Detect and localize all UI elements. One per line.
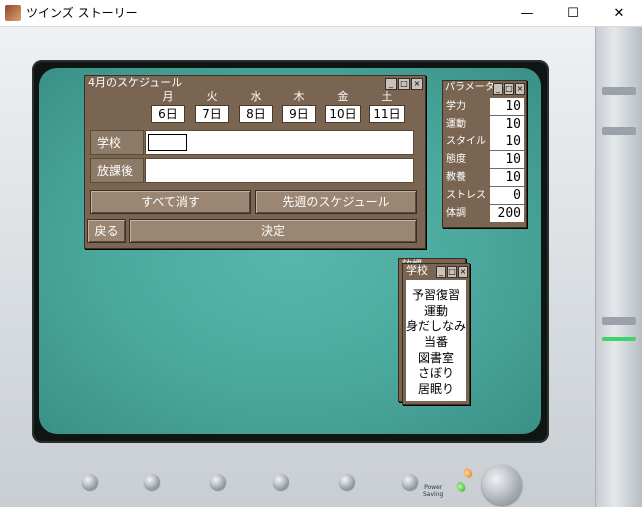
param-value: 10	[490, 169, 524, 186]
day-name: 金	[337, 90, 349, 103]
day-date[interactable]: 11日	[369, 105, 405, 123]
param-value: 200	[490, 205, 524, 222]
param-row: 体調 200	[446, 205, 524, 222]
minimize-icon[interactable]: _	[493, 83, 503, 95]
day-name: 火	[206, 90, 218, 103]
maximize-icon[interactable]: □	[447, 266, 457, 278]
power-button[interactable]	[482, 465, 522, 505]
row-label-after-school: 放課後	[90, 158, 144, 183]
app-titlebar: ツインズ ストーリー — ☐ ✕	[0, 0, 642, 27]
day-name: 木	[293, 90, 305, 103]
param-label: 態度	[446, 154, 466, 165]
menu-item-library[interactable]: 図書室	[405, 351, 467, 366]
param-value: 0	[490, 187, 524, 204]
param-row: 運動 10	[446, 116, 524, 133]
menu-item-duty[interactable]: 当番	[405, 335, 467, 350]
after-school-row-field[interactable]	[145, 158, 414, 183]
power-label-line2: Saving	[423, 491, 444, 498]
day-date[interactable]: 6日	[151, 105, 185, 123]
day-column-fri: 金 10日	[325, 90, 361, 123]
param-label: ストレス	[446, 190, 486, 201]
school-row-field[interactable]	[145, 130, 414, 155]
back-button[interactable]: 戻る	[87, 219, 126, 243]
param-value: 10	[490, 151, 524, 168]
panel-knob[interactable]	[273, 474, 289, 490]
param-row: 学力 10	[446, 98, 524, 115]
param-label: スタイル	[446, 136, 486, 147]
tower-led	[602, 337, 636, 341]
day-column-mon: 月 6日	[150, 90, 186, 123]
panel-knob[interactable]	[210, 474, 226, 490]
param-value: 10	[490, 116, 524, 133]
param-value: 10	[490, 133, 524, 150]
day-name: 土	[381, 90, 393, 103]
param-label: 教養	[446, 172, 466, 183]
day-column-wed: 水 8日	[238, 90, 274, 123]
menu-item-skip[interactable]: さぼり	[405, 366, 467, 381]
param-row: スタイル 10	[446, 133, 524, 150]
day-column-sat: 土 11日	[369, 90, 405, 123]
power-label-line1: Power	[424, 484, 443, 491]
param-label: 学力	[446, 101, 466, 112]
param-row: ストレス 0	[446, 187, 524, 204]
power-saving-label: Power Saving	[423, 484, 443, 498]
menu-item-grooming[interactable]: 身だしなみ	[405, 319, 467, 334]
menu-item-study[interactable]: 予習復習	[405, 288, 467, 303]
param-row: 態度 10	[446, 151, 524, 168]
day-name: 月	[162, 90, 174, 103]
last-week-schedule-button[interactable]: 先週のスケジュール	[255, 190, 417, 214]
drive-slot	[602, 317, 636, 325]
drive-slot	[602, 127, 636, 135]
confirm-button[interactable]: 決定	[129, 219, 417, 243]
menu-item-doze[interactable]: 居眠り	[405, 382, 467, 397]
app-icon	[5, 5, 21, 21]
day-date[interactable]: 7日	[195, 105, 229, 123]
row-label-school: 学校	[90, 130, 144, 155]
param-label: 体調	[446, 208, 466, 219]
minimize-icon[interactable]: _	[385, 78, 397, 90]
day-name: 水	[250, 90, 262, 103]
panel-knob[interactable]	[339, 474, 355, 490]
menu-item-exercise[interactable]: 運動	[405, 304, 467, 319]
app-title: ツインズ ストーリー	[26, 6, 138, 20]
drive-slot	[602, 87, 636, 95]
maximize-icon[interactable]: □	[398, 78, 410, 90]
panel-knob[interactable]	[144, 474, 160, 490]
maximize-icon[interactable]: □	[504, 83, 514, 95]
pc-tower	[595, 27, 642, 507]
param-row: 教養 10	[446, 169, 524, 186]
panel-knob[interactable]	[82, 474, 98, 490]
schedule-window-title: 4月のスケジュール	[85, 76, 425, 90]
day-date[interactable]: 10日	[325, 105, 361, 123]
close-icon[interactable]: ×	[411, 78, 423, 90]
day-column-tue: 火 7日	[194, 90, 230, 123]
maximize-button[interactable]: ☐	[550, 0, 596, 26]
close-icon[interactable]: ×	[515, 83, 525, 95]
selection-cursor	[148, 134, 187, 151]
day-column-thu: 木 9日	[281, 90, 317, 123]
day-date[interactable]: 9日	[282, 105, 316, 123]
day-date[interactable]: 8日	[239, 105, 273, 123]
param-label: 運動	[446, 119, 466, 130]
clear-all-button[interactable]: すべて消す	[90, 190, 251, 214]
minimize-icon[interactable]: _	[436, 266, 446, 278]
panel-knob[interactable]	[402, 474, 418, 490]
minimize-button[interactable]: —	[504, 0, 550, 26]
close-icon[interactable]: ×	[458, 266, 468, 278]
close-button[interactable]: ✕	[596, 0, 642, 26]
param-value: 10	[490, 98, 524, 115]
